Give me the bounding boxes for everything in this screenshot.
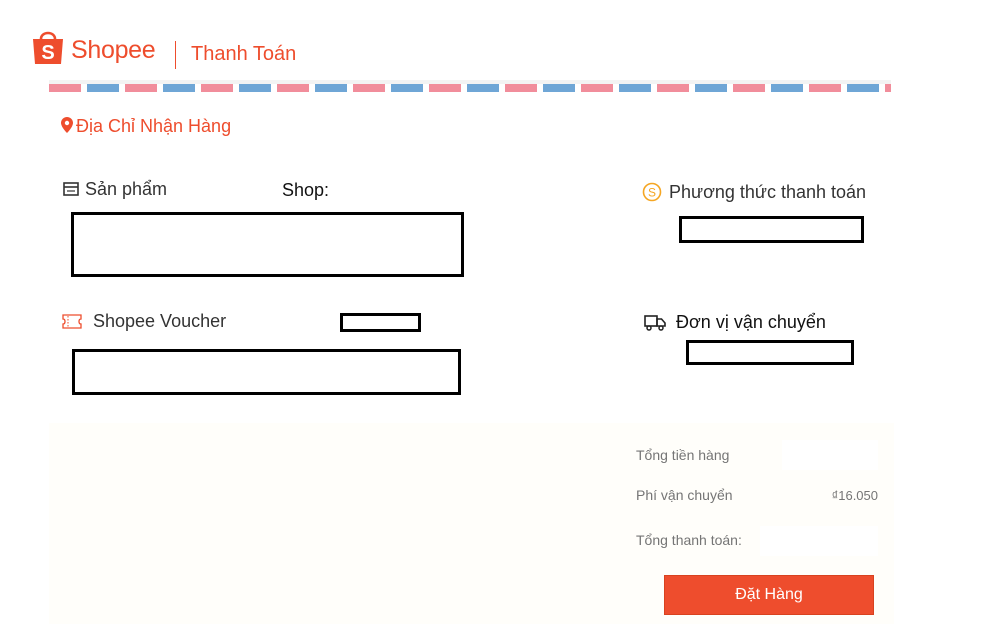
payment-method-heading: Phương thức thanh toán xyxy=(669,182,867,202)
location-pin-icon xyxy=(61,117,73,133)
shipping-fee-label: Phí vận chuyển xyxy=(636,487,733,503)
product-list-box xyxy=(71,212,464,277)
voucher-ticket-icon xyxy=(62,314,82,329)
voucher-code-field[interactable] xyxy=(340,313,421,332)
product-box-icon xyxy=(63,182,79,196)
total-payment-label: Tổng thanh toán: xyxy=(636,532,742,548)
products-heading: Sản phẩm xyxy=(85,179,168,199)
subtotal-value-area xyxy=(782,440,878,470)
shopee-voucher-heading: Shopee Voucher xyxy=(93,311,227,331)
shipping-fee-value: ₫16.050 xyxy=(831,488,878,503)
header-divider xyxy=(175,41,176,69)
total-value-area xyxy=(760,526,878,556)
shop-label: Shop: xyxy=(282,180,330,200)
shipping-carrier-heading: Đơn vị vận chuyển xyxy=(676,312,826,332)
place-order-button[interactable]: Đặt Hàng xyxy=(664,575,874,615)
brand-name[interactable]: Shopee xyxy=(71,36,156,65)
svg-text:S: S xyxy=(648,186,656,200)
delivery-address-heading: Địa Chỉ Nhận Hàng xyxy=(76,116,232,136)
address-stripe-divider xyxy=(49,80,891,92)
page-title: Thanh Toán xyxy=(191,43,297,65)
truck-icon xyxy=(644,315,666,331)
voucher-details-box xyxy=(72,349,461,395)
svg-text:S: S xyxy=(41,42,54,64)
coin-icon: S xyxy=(642,182,662,202)
shipping-carrier-field[interactable] xyxy=(686,340,854,365)
payment-method-field[interactable] xyxy=(679,216,864,243)
shopee-bag-logo[interactable]: S xyxy=(31,28,65,66)
subtotal-label: Tổng tiền hàng xyxy=(636,447,730,463)
